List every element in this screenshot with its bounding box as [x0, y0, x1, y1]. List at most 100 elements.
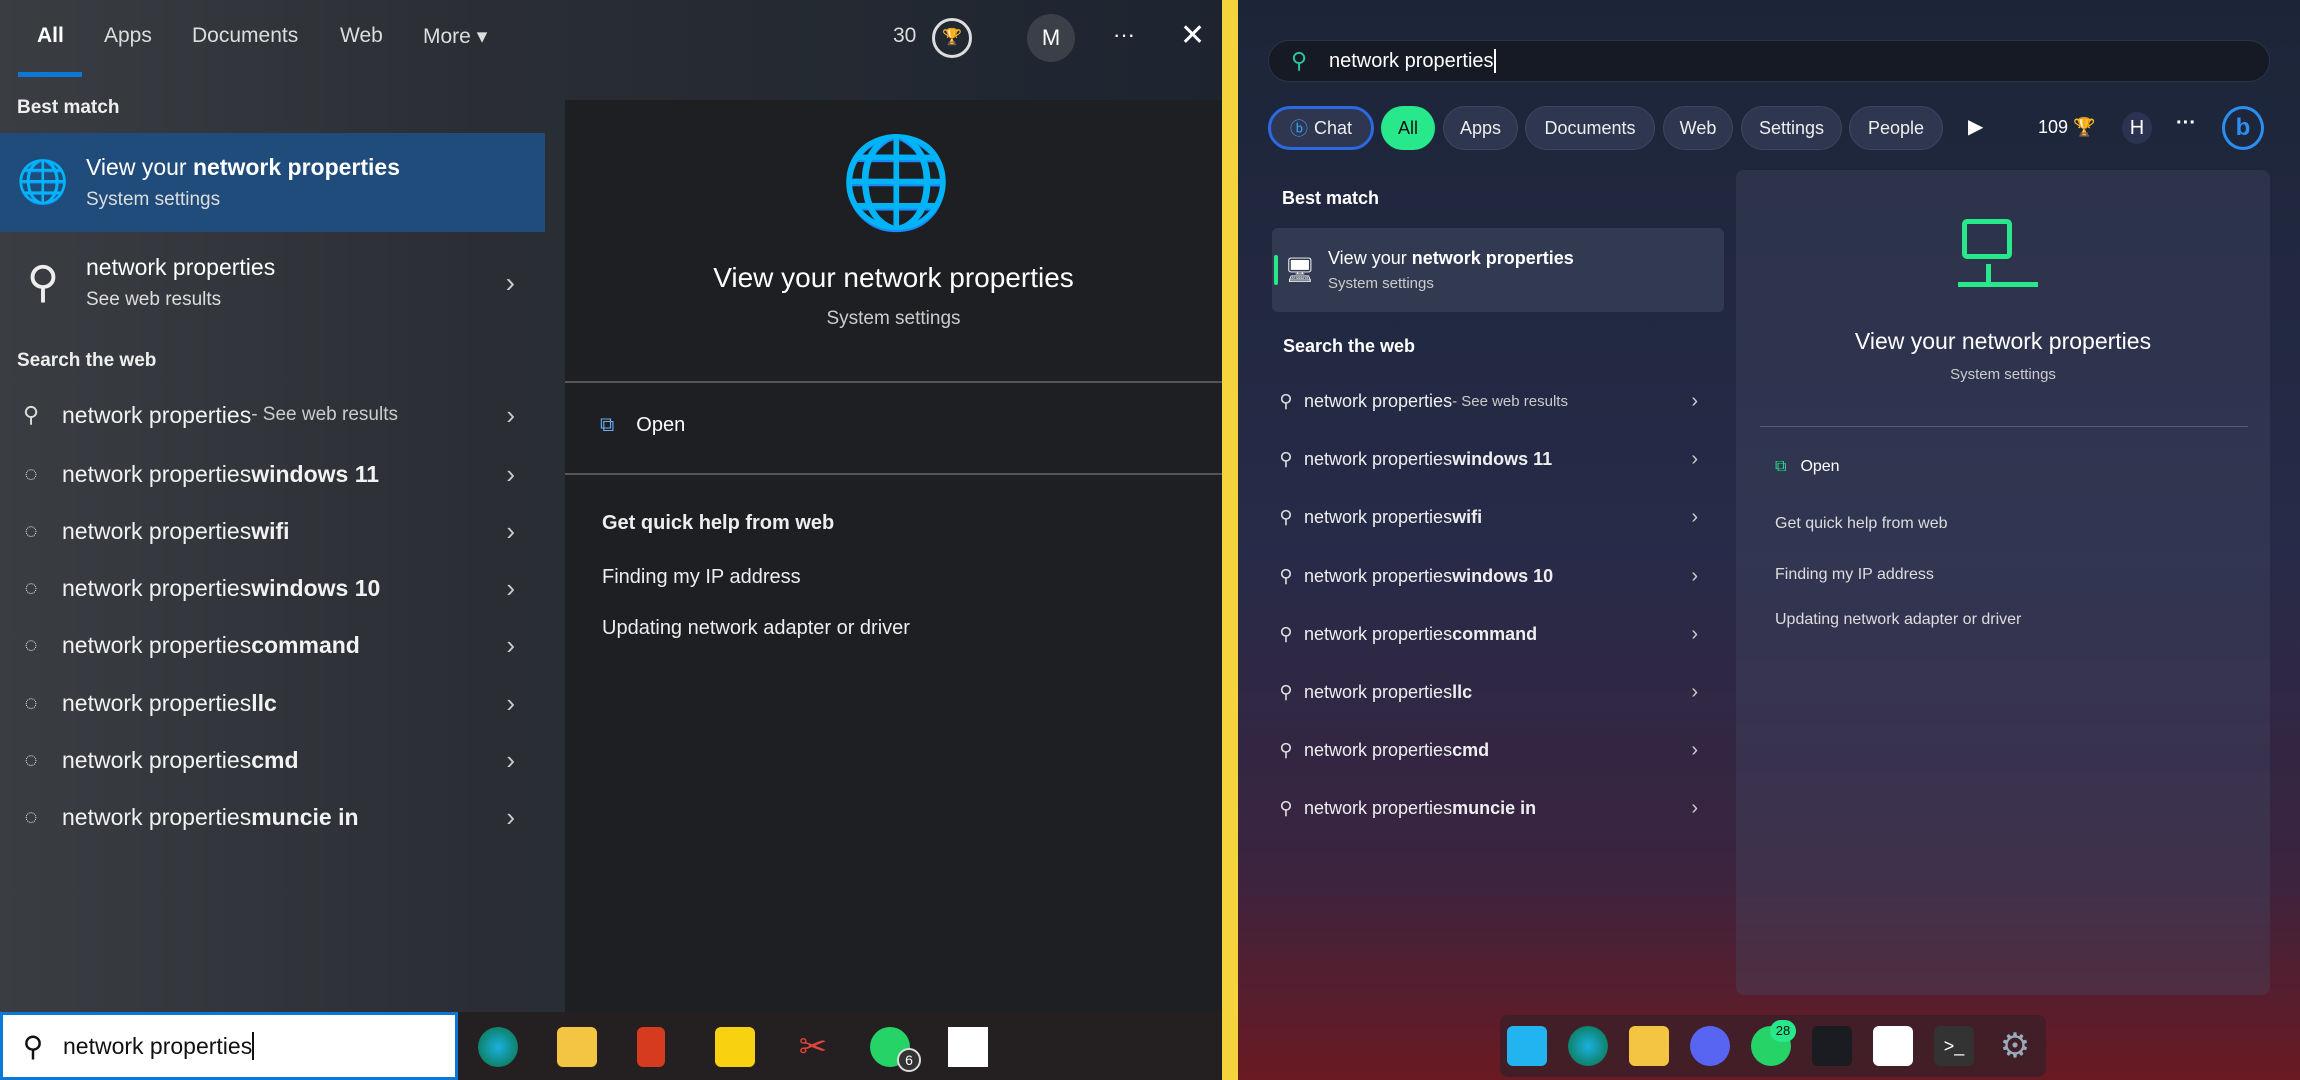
snipping-tool-icon[interactable]: ✂: [793, 1027, 833, 1067]
tab-apps[interactable]: Apps: [104, 24, 152, 48]
suggestion-bold: muncie in: [1452, 798, 1536, 819]
tab-documents[interactable]: Documents: [192, 24, 298, 48]
web-suggestion-item[interactable]: ⚲network properties command›: [1268, 610, 1718, 658]
best-match-heading: Best match: [1282, 188, 1379, 209]
start-icon[interactable]: [1507, 1026, 1547, 1066]
web-suggestion-item[interactable]: ⚲network properties - See web results›: [1268, 377, 1718, 425]
network-computer-icon: [1958, 215, 2030, 305]
web-suggestion-item[interactable]: ◌network properties wifi›: [0, 503, 545, 559]
chevron-right-icon: ›: [1691, 797, 1698, 820]
app-icon[interactable]: [1812, 1026, 1852, 1066]
suggestion-text: network properties: [1304, 624, 1452, 645]
chevron-right-icon: ›: [1691, 739, 1698, 762]
chip-apps[interactable]: Apps: [1443, 106, 1518, 150]
chip-chat[interactable]: ⓑChat: [1268, 106, 1374, 150]
search-icon: ⚲: [1268, 449, 1304, 470]
best-match-item[interactable]: 🌐 View your network properties System se…: [0, 133, 545, 232]
caret-down-icon: ▾: [477, 25, 488, 48]
search-icon: ⚲: [1268, 391, 1304, 412]
web-result-subtitle: See web results: [86, 289, 275, 311]
bing-search-icon: ◌: [0, 518, 62, 544]
best-title-bold: network properties: [193, 154, 400, 180]
tab-more[interactable]: More ▾: [423, 24, 487, 49]
avatar[interactable]: H: [2122, 112, 2152, 144]
search-icon: ⚲: [1268, 507, 1304, 528]
suggestion-bold: windows 10: [1452, 566, 1553, 587]
suggestion-suffix: - See web results: [251, 404, 398, 426]
play-more-icon[interactable]: ▶: [1968, 114, 1983, 139]
best-title-pre: View your: [86, 154, 193, 180]
app-icon[interactable]: [948, 1027, 988, 1067]
search-value: network properties: [63, 1033, 252, 1060]
open-icon: ⧉: [600, 414, 614, 437]
sticky-notes-icon[interactable]: [715, 1027, 755, 1067]
suggestion-text: network properties: [62, 402, 251, 429]
discord-icon[interactable]: [1690, 1026, 1730, 1066]
open-button[interactable]: ⧉Open: [600, 414, 685, 437]
best-subtitle: System settings: [86, 189, 400, 211]
tab-all[interactable]: All: [37, 24, 64, 48]
more-options-icon[interactable]: ···: [1113, 22, 1135, 48]
open-icon: ⧉: [1775, 458, 1786, 476]
web-suggestion-item[interactable]: ◌network properties windows 10›: [0, 560, 545, 616]
taskbar-search-input[interactable]: ⚲network properties: [0, 1012, 458, 1080]
tab-web[interactable]: Web: [340, 24, 383, 48]
web-suggestion-item[interactable]: ⚲network properties cmd›: [1268, 726, 1718, 774]
chevron-right-icon: ›: [506, 688, 515, 719]
chip-all[interactable]: All: [1381, 106, 1435, 150]
app-icon[interactable]: [1873, 1026, 1913, 1066]
file-explorer-icon[interactable]: [557, 1027, 597, 1067]
avatar[interactable]: M: [1027, 14, 1075, 62]
web-suggestion-item[interactable]: ◌network properties cmd›: [0, 732, 545, 788]
suggestion-text: network properties: [1304, 798, 1452, 819]
chevron-right-icon: ›: [1691, 448, 1698, 471]
close-icon[interactable]: ✕: [1180, 18, 1205, 53]
web-result-item[interactable]: ⚲ network properties See web results ›: [0, 240, 545, 325]
web-suggestion-item[interactable]: ⚲network properties - See web results›: [0, 387, 545, 443]
web-suggestion-item[interactable]: ⚲network properties wifi›: [1268, 493, 1718, 541]
more-options-icon[interactable]: ···: [2176, 112, 2196, 135]
web-suggestion-item[interactable]: ⚲network properties windows 10›: [1268, 552, 1718, 600]
edge-icon[interactable]: [1568, 1026, 1608, 1066]
best-match-item[interactable]: 🖥 View your network properties System se…: [1272, 228, 1724, 312]
help-link[interactable]: Updating network adapter or driver: [1775, 611, 2021, 629]
trophy-icon[interactable]: 🏆: [2073, 117, 2095, 137]
preview-pane: [565, 100, 1222, 1015]
open-button[interactable]: ⧉Open: [1775, 458, 1840, 476]
best-title-pre: View your: [1328, 248, 1412, 268]
help-link[interactable]: Updating network adapter or driver: [602, 617, 910, 640]
text-cursor: [252, 1032, 254, 1060]
network-computer-icon: 🖥: [1272, 256, 1328, 285]
file-explorer-icon[interactable]: [1629, 1026, 1669, 1066]
web-suggestion-item[interactable]: ⚲network properties llc›: [1268, 668, 1718, 716]
bing-icon[interactable]: b: [2222, 106, 2264, 150]
rewards-points: 109 🏆: [2038, 117, 2095, 138]
web-suggestion-item[interactable]: ⚲network properties windows 11›: [1268, 435, 1718, 483]
web-suggestion-item[interactable]: ◌network properties muncie in›: [0, 789, 545, 845]
bing-chat-icon: ⓑ: [1290, 115, 1308, 141]
divider: [565, 473, 1222, 475]
chip-settings[interactable]: Settings: [1741, 106, 1842, 150]
suggestion-text: network properties: [1304, 391, 1452, 412]
web-suggestion-item[interactable]: ⚲network properties muncie in›: [1268, 784, 1718, 832]
web-suggestion-item[interactable]: ◌network properties llc›: [0, 675, 545, 731]
suggestion-bold: cmd: [251, 747, 298, 774]
chevron-right-icon: ›: [1691, 565, 1698, 588]
web-suggestion-item[interactable]: ◌network properties command›: [0, 617, 545, 673]
chip-web[interactable]: Web: [1663, 106, 1733, 150]
edge-icon[interactable]: [478, 1027, 518, 1067]
bing-search-icon: ◌: [0, 632, 62, 658]
suggestion-bold: muncie in: [251, 804, 358, 831]
chip-documents[interactable]: Documents: [1525, 106, 1655, 150]
settings-gear-icon[interactable]: ⚙: [1995, 1026, 2035, 1066]
help-link[interactable]: Finding my IP address: [1775, 566, 1934, 584]
trophy-icon[interactable]: 🏆: [932, 18, 972, 58]
notification-badge: 6: [897, 1048, 921, 1072]
terminal-icon[interactable]: >_: [1934, 1026, 1974, 1066]
search-input[interactable]: ⚲network properties: [1268, 40, 2270, 82]
help-link[interactable]: Finding my IP address: [602, 566, 801, 589]
chip-people[interactable]: People: [1849, 106, 1943, 150]
chevron-right-icon: ›: [1691, 390, 1698, 413]
office-icon[interactable]: [637, 1027, 665, 1067]
web-suggestion-item[interactable]: ◌network properties windows 11›: [0, 446, 545, 502]
